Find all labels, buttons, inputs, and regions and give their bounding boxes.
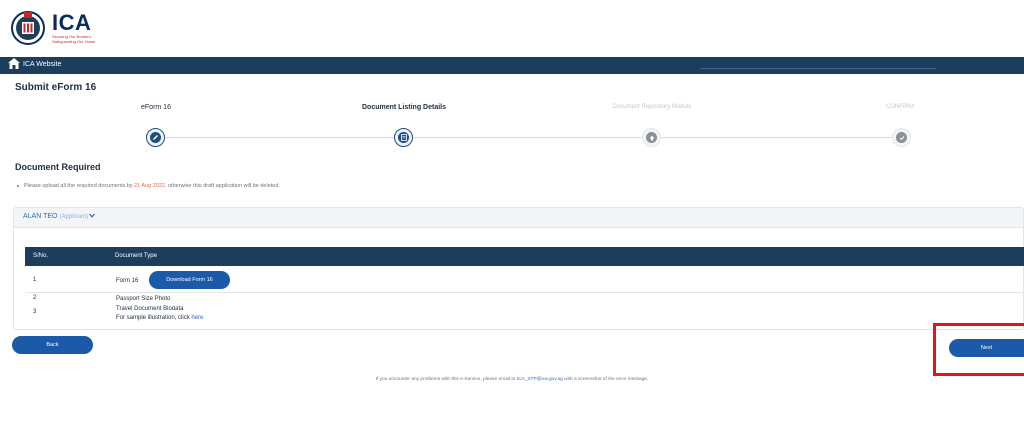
upload-icon: [646, 132, 657, 143]
ica-logo: ICA Securing Our Borders, Safeguarding O…: [10, 10, 96, 46]
step-label-document-listing: Document Listing Details: [361, 104, 446, 111]
navbar-divider: [700, 68, 936, 69]
pencil-icon: [150, 132, 161, 143]
next-button[interactable]: Next: [949, 339, 1024, 357]
deadline-date: 21 Aug 2022: [134, 183, 165, 189]
back-button[interactable]: Back: [12, 336, 93, 354]
stepper-connector: [413, 137, 643, 138]
row-divider: [25, 292, 1024, 293]
step-confirm: [892, 128, 911, 147]
applicant-toggle[interactable]: ALAN TEO (Applicant): [23, 213, 96, 220]
step-label-repository: Document Repository Module: [612, 104, 692, 110]
deadline-notice: Please upload all the required documents…: [24, 183, 280, 189]
stepper-connector: [661, 137, 893, 138]
step-document-listing[interactable]: [394, 128, 413, 147]
top-navbar: ICA Website: [0, 57, 1024, 74]
ica-website-link[interactable]: ICA Website: [8, 58, 61, 71]
row-document-type: Passport Size Photo: [116, 296, 171, 302]
ica-emblem-icon: [10, 10, 46, 46]
page-title: Submit eForm 16: [15, 82, 97, 93]
row-sno: 3: [33, 309, 37, 315]
chevron-down-icon: [89, 213, 96, 220]
home-icon: [8, 58, 23, 71]
card-header: ALAN TEO (Applicant): [14, 208, 1023, 228]
check-icon: [896, 132, 907, 143]
step-repository: [642, 128, 661, 147]
table-header: S/No. Document Type: [25, 247, 1024, 266]
column-header-sno: S/No.: [33, 253, 49, 259]
applicant-name: ALAN TEO: [23, 213, 58, 220]
bullet-dot: [17, 185, 19, 187]
row-sno: 2: [33, 295, 37, 301]
ica-website-label: ICA Website: [23, 61, 62, 68]
row-document-type: Travel Document Biodata For sample illus…: [116, 306, 204, 321]
footer-note: If you encounter any problems with this …: [375, 377, 649, 382]
column-header-document-type: Document Type: [115, 253, 157, 259]
step-label-confirm: CONFIRM: [886, 104, 914, 110]
step-eform[interactable]: [146, 128, 165, 147]
applicant-role: (Applicant): [59, 213, 89, 220]
support-email-link[interactable]: ICA_STP@ica.gov.sg: [517, 377, 563, 382]
row-sno: 1: [33, 277, 37, 283]
logo-tagline: Securing Our Borders, Safeguarding Our H…: [52, 34, 96, 44]
step-label-eform: eForm 16: [141, 104, 171, 111]
logo-title: ICA: [52, 10, 92, 35]
section-title: Document Required: [15, 162, 101, 172]
document-icon: [398, 132, 409, 143]
download-form-16-button[interactable]: Download Form 16: [149, 271, 230, 289]
stepper-connector: [165, 137, 395, 138]
sample-illustration-link[interactable]: here: [191, 315, 203, 321]
row-document-type: Form 16: [116, 278, 139, 284]
applicant-documents-card: ALAN TEO (Applicant) S/No. Document Type…: [13, 207, 1024, 330]
